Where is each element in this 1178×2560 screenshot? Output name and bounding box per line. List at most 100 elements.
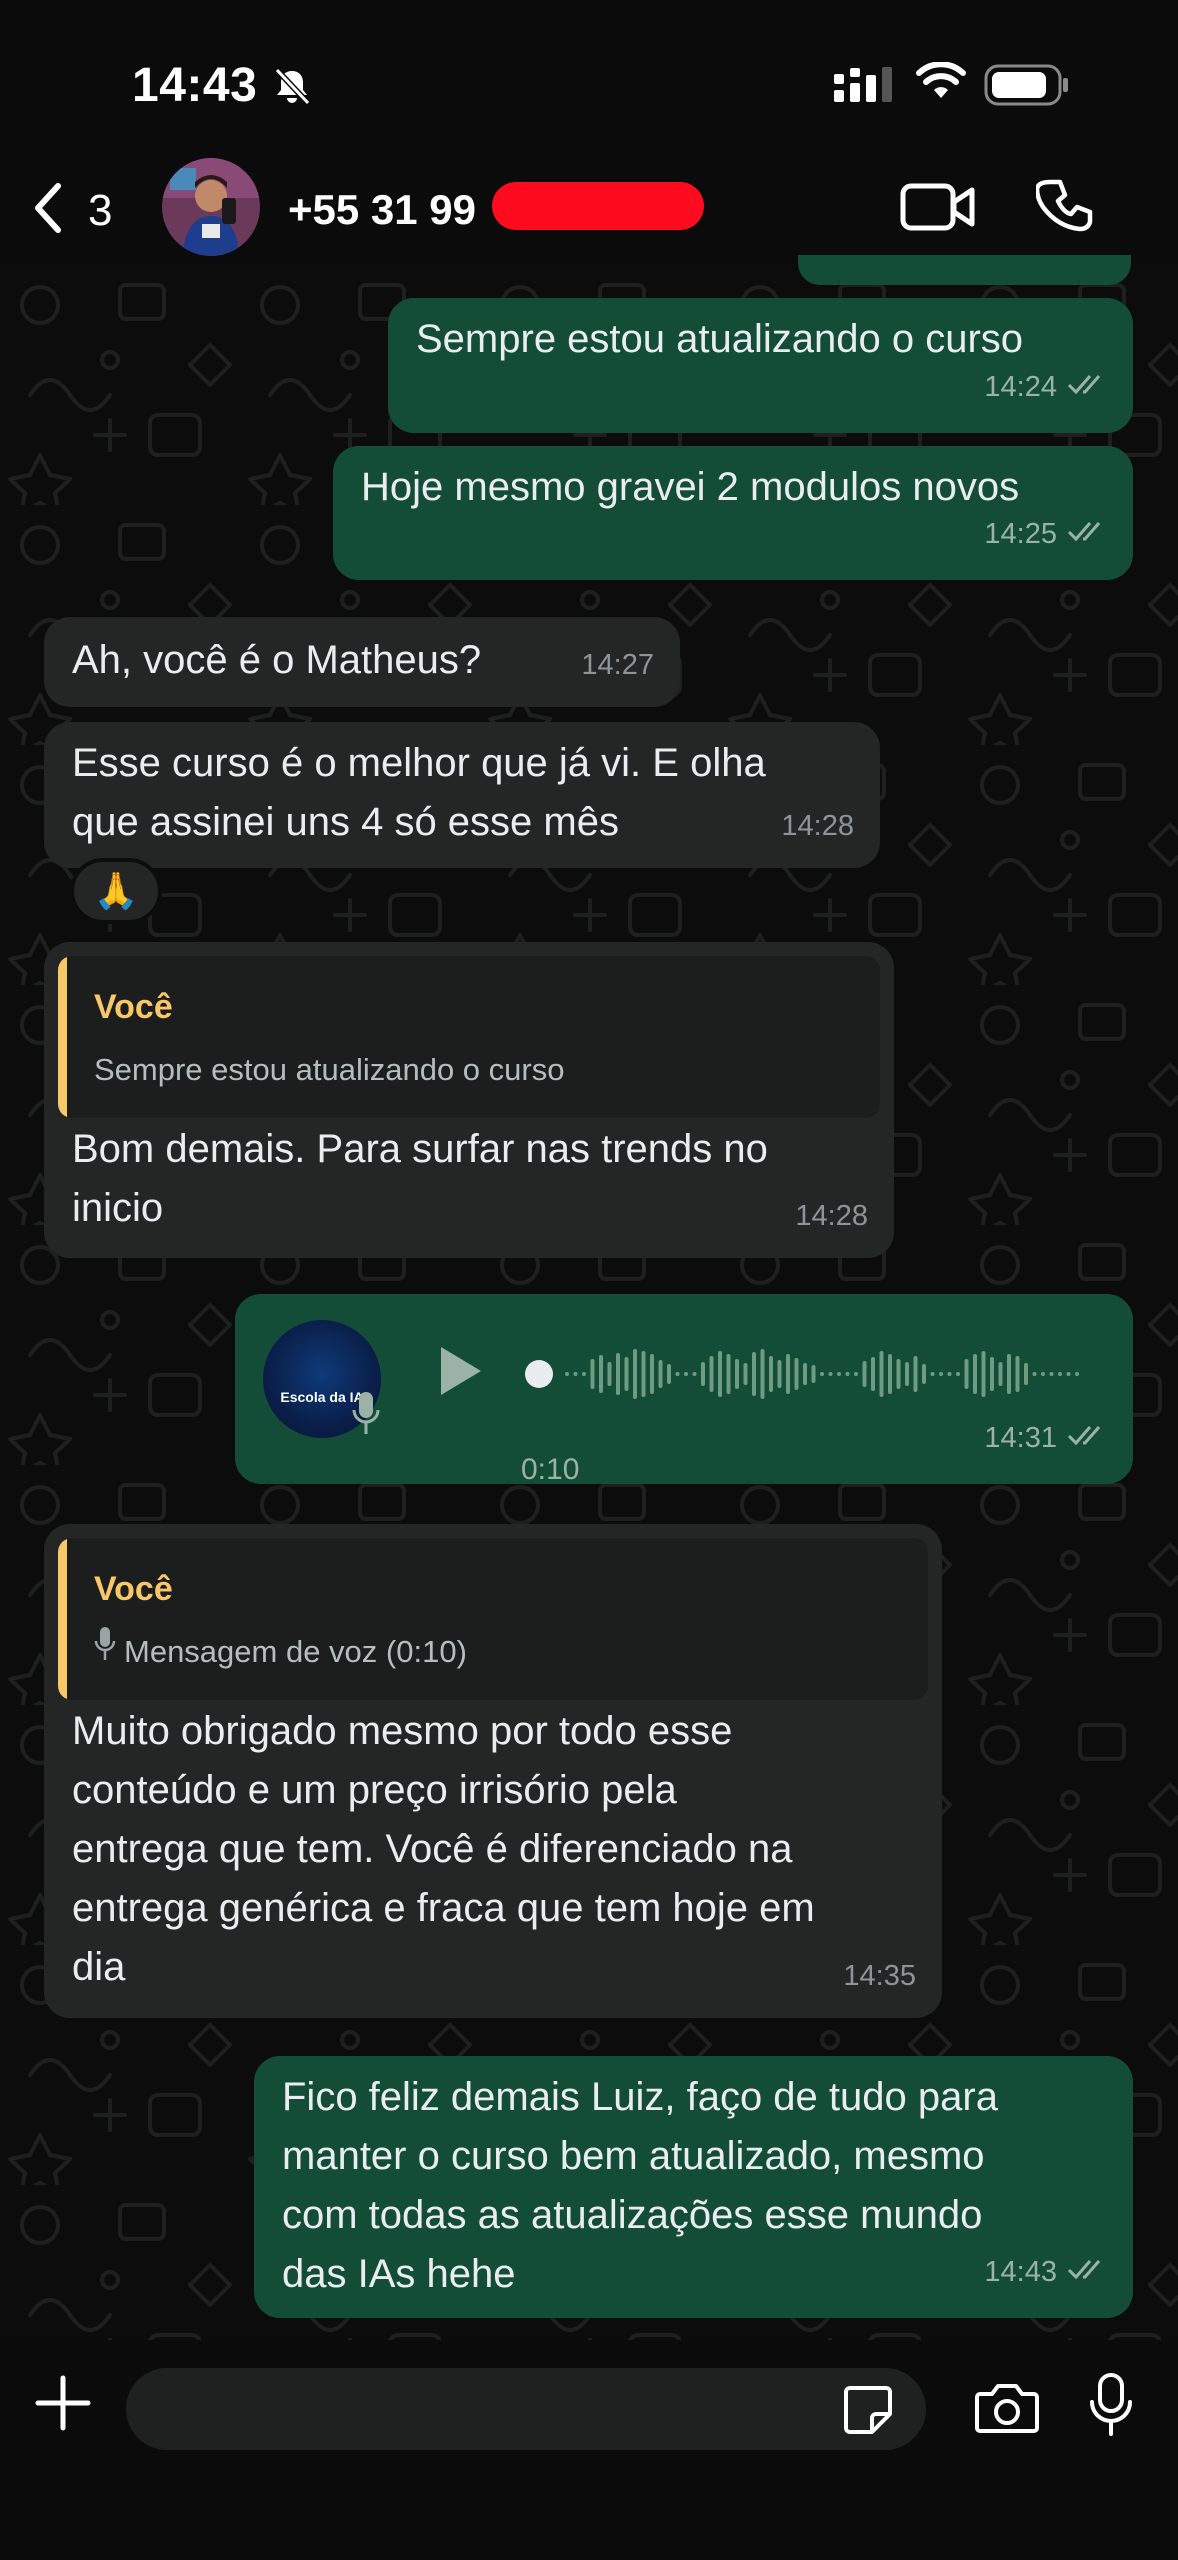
camera-icon[interactable] xyxy=(974,2380,1040,2441)
waveform-bar xyxy=(1075,1372,1079,1376)
waveform-bar xyxy=(641,1351,646,1397)
plus-icon[interactable] xyxy=(34,2374,92,2437)
waveform-bar xyxy=(1024,1363,1028,1385)
waveform-bar xyxy=(947,1372,952,1376)
message-line: inicio xyxy=(72,1186,164,1230)
message-bubble-incoming-reply[interactable]: Você Mensagem de voz (0:10) Muito obriga… xyxy=(44,1524,942,2018)
message-bubble-outgoing[interactable]: Hoje mesmo gravei 2 modulos novos 14:25 xyxy=(333,446,1133,580)
play-icon[interactable] xyxy=(437,1344,485,1415)
waveform-bar xyxy=(1049,1372,1054,1376)
quoted-message[interactable]: Você Mensagem de voz (0:10) xyxy=(58,1538,928,1700)
phone-icon[interactable] xyxy=(1034,176,1096,241)
waveform-bar xyxy=(752,1352,756,1396)
message-time: 14:27 xyxy=(581,649,654,681)
waveform-bar xyxy=(981,1351,986,1397)
message-time: 14:24 xyxy=(984,371,1057,403)
waveform-bar xyxy=(743,1363,748,1385)
waveform-bar xyxy=(565,1372,569,1376)
back-button[interactable]: 3 xyxy=(30,180,112,241)
sticker-icon[interactable] xyxy=(842,2384,894,2441)
reaction-badge[interactable]: 🙏 xyxy=(70,858,162,924)
waveform-bar xyxy=(1015,1356,1020,1392)
waveform-bar xyxy=(684,1372,688,1376)
waveform-bar xyxy=(1032,1372,1037,1376)
chevron-left-icon xyxy=(30,180,64,241)
message-bubble-outgoing[interactable]: Fico feliz demais Luiz, faço de tudo par… xyxy=(254,2056,1133,2318)
status-time: 14:43 xyxy=(132,59,258,112)
message-text: Sempre estou atualizando o curso xyxy=(416,317,1024,361)
waveform-bar xyxy=(658,1360,663,1388)
message-time: 14:28 xyxy=(795,1200,868,1232)
message-bubble-partial[interactable] xyxy=(798,255,1131,285)
whatsapp-chat-screen: 14:43 3 +55 31 99 Sempre estou atualizan… xyxy=(0,0,1178,2560)
message-input[interactable] xyxy=(126,2368,926,2450)
redaction-mark xyxy=(492,182,704,230)
contact-name[interactable]: +55 31 99 xyxy=(288,186,476,234)
voice-message-bubble[interactable]: Escola da IA 0:10 14:31 xyxy=(235,1294,1133,1486)
message-bubble-incoming-reply[interactable]: Você Sempre estou atualizando o curso Bo… xyxy=(44,942,894,1258)
waveform-bar xyxy=(726,1354,731,1394)
message-text: Ah, você é o Matheus? xyxy=(72,638,482,682)
message-line: que assinei uns 4 só esse mês xyxy=(72,800,619,844)
message-time: 14:35 xyxy=(843,1960,916,1992)
bell-off-icon xyxy=(272,66,312,111)
waveform-bar xyxy=(718,1351,722,1397)
message-time: 14:31 xyxy=(984,1422,1057,1454)
message-bubble-incoming[interactable]: Esse curso é o melhor que já vi. E olha … xyxy=(44,722,880,868)
waveform-bar xyxy=(871,1357,875,1391)
waveform-bar xyxy=(845,1372,850,1376)
chat-header: 3 +55 31 99 xyxy=(0,150,1178,265)
waveform-scrubber[interactable] xyxy=(525,1360,553,1388)
waveform-bar xyxy=(675,1372,680,1376)
waveform-bar xyxy=(862,1361,867,1387)
waveform-bar xyxy=(667,1364,671,1384)
message-input-bar xyxy=(0,2340,1178,2560)
waveform-bar xyxy=(837,1372,841,1376)
read-ticks-icon xyxy=(1067,1409,1109,1468)
waveform-bar xyxy=(990,1357,994,1391)
waveform-bar xyxy=(633,1349,637,1399)
wifi-icon xyxy=(916,61,966,107)
video-call-icon[interactable] xyxy=(900,180,976,239)
waveform-bar xyxy=(913,1356,918,1392)
message-line: entrega que tem. Você é diferenciado na xyxy=(72,1827,793,1871)
waveform-bar xyxy=(811,1365,816,1383)
status-bar: 14:43 xyxy=(0,0,1178,150)
reaction-emoji: 🙏 xyxy=(93,870,139,911)
waveform-bar xyxy=(573,1372,578,1376)
quote-author: Você xyxy=(94,1570,173,1608)
waveform-bar xyxy=(624,1357,629,1391)
waveform-bar xyxy=(930,1372,935,1376)
message-line: manter o curso bem atualizado, mesmo xyxy=(282,2134,985,2178)
waveform-bar xyxy=(582,1372,586,1376)
message-line: Muito obrigado mesmo por todo esse xyxy=(72,1709,733,1753)
waveform-bar xyxy=(607,1362,612,1386)
quote-text: Mensagem de voz (0:10) xyxy=(124,1634,467,1669)
mic-icon[interactable] xyxy=(1088,2372,1134,2443)
unread-count: 3 xyxy=(88,185,113,235)
waveform-bar xyxy=(828,1372,833,1376)
waveform-bar xyxy=(760,1349,765,1399)
message-line: Fico feliz demais Luiz, faço de tudo par… xyxy=(282,2075,998,2119)
waveform-bar xyxy=(896,1359,901,1389)
contact-avatar[interactable] xyxy=(162,158,260,256)
quoted-message[interactable]: Você Sempre estou atualizando o curso xyxy=(58,956,880,1118)
read-ticks-icon xyxy=(1067,358,1109,417)
voice-duration: 0:10 xyxy=(521,1453,580,1486)
waveform-bar xyxy=(888,1354,892,1394)
read-ticks-icon xyxy=(1067,505,1109,564)
message-time: 14:28 xyxy=(781,810,854,842)
message-line: entrega genérica e fraca que tem hoje em xyxy=(72,1886,815,1930)
waveform-bar xyxy=(854,1372,858,1376)
message-line: com todas as atualizações esse mundo xyxy=(282,2193,983,2237)
message-line: Esse curso é o melhor que já vi. E olha xyxy=(72,741,766,785)
waveform-bar xyxy=(1007,1354,1011,1394)
waveform-bar xyxy=(820,1372,824,1376)
message-time: 14:25 xyxy=(984,518,1057,550)
quote-author: Você xyxy=(94,988,173,1026)
message-bubble-incoming[interactable]: Ah, você é o Matheus? 14:27 xyxy=(44,617,680,707)
waveform-bar xyxy=(922,1364,926,1384)
message-line: dia xyxy=(72,1945,126,1989)
message-bubble-outgoing[interactable]: Sempre estou atualizando o curso 14:24 xyxy=(388,298,1133,433)
waveform-bar xyxy=(998,1362,1003,1386)
